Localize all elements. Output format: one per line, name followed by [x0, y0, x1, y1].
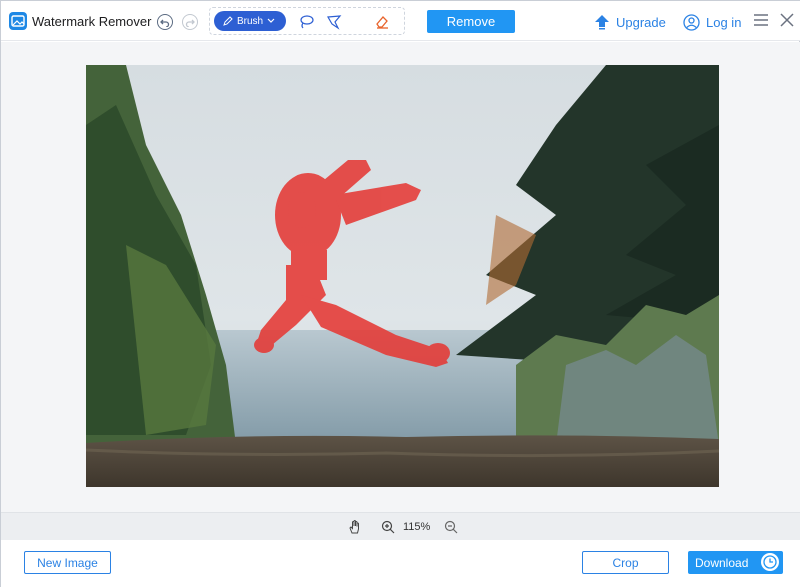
lasso-icon[interactable]: [296, 12, 316, 32]
canvas-workspace: [1, 42, 800, 512]
hand-pan-icon[interactable]: [347, 519, 363, 535]
undo-icon[interactable]: [157, 14, 173, 30]
login-link[interactable]: Log in: [683, 12, 741, 32]
close-icon[interactable]: [779, 12, 795, 28]
remove-button[interactable]: Remove: [427, 10, 515, 33]
zoom-bar: 115%: [1, 512, 800, 540]
brush-label: Brush: [237, 15, 264, 27]
app-title: Watermark Remover: [32, 14, 152, 29]
bottom-action-bar: New Image Crop Download: [1, 540, 800, 588]
photo-canvas[interactable]: [86, 65, 719, 487]
login-label: Log in: [706, 14, 742, 30]
eraser-icon[interactable]: [372, 12, 392, 32]
selection-tool-group: Brush: [209, 7, 405, 35]
chevron-down-icon: [267, 18, 275, 23]
zoom-in-icon[interactable]: [380, 519, 396, 535]
zoom-out-icon[interactable]: [443, 519, 459, 535]
crop-button[interactable]: Crop: [582, 551, 669, 574]
clock-icon: [761, 553, 779, 571]
user-icon: [683, 13, 700, 31]
download-label: Download: [695, 555, 749, 570]
menu-icon[interactable]: [753, 13, 769, 27]
upgrade-link[interactable]: Upgrade: [594, 12, 666, 32]
photo-image: [86, 65, 719, 487]
new-image-button[interactable]: New Image: [24, 551, 111, 574]
upgrade-label: Upgrade: [616, 14, 666, 30]
polygon-lasso-icon[interactable]: [324, 12, 344, 32]
download-button[interactable]: Download: [688, 551, 783, 574]
app-logo-icon: [9, 12, 27, 30]
zoom-level: 115%: [403, 521, 431, 533]
brush-icon: [223, 16, 233, 26]
app-window: Watermark Remover Brush Remove Upgrade L…: [0, 0, 800, 588]
upgrade-icon: [595, 15, 609, 30]
brush-tool-button[interactable]: Brush: [214, 11, 286, 31]
title-bar: Watermark Remover Brush Remove Upgrade L…: [1, 1, 800, 41]
redo-icon[interactable]: [182, 14, 198, 30]
